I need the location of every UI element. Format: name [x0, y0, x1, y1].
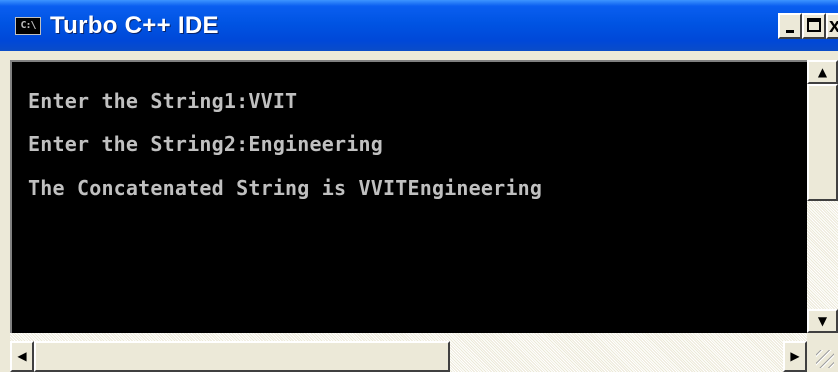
console-output[interactable]: Enter the String1:VVIT Enter the String2…	[10, 60, 807, 333]
title-bar[interactable]: C:\ Turbo C++ IDE	[0, 0, 838, 51]
maximize-button[interactable]	[802, 13, 826, 39]
resize-grip-icon[interactable]	[807, 333, 838, 372]
console-line: Enter the String2:Engineering	[28, 132, 383, 156]
console-app-icon[interactable]: C:\	[15, 17, 41, 35]
console-line: Enter the String1:VVIT	[28, 89, 298, 113]
scroll-left-arrow-icon[interactable]: ◀	[10, 341, 34, 372]
scroll-up-arrow-icon[interactable]: ▲	[807, 60, 838, 84]
close-icon: x	[829, 15, 838, 37]
horizontal-scrollbar[interactable]: ◀ ▶	[10, 333, 807, 372]
horizontal-scroll-thumb[interactable]	[34, 341, 450, 372]
console-line: The Concatenated String is VVITEngineeri…	[28, 176, 543, 200]
vertical-scrollbar[interactable]: ▲ ▼	[807, 60, 838, 333]
vertical-scroll-thumb[interactable]	[807, 84, 838, 201]
scroll-down-arrow-icon[interactable]: ▼	[807, 309, 838, 333]
close-button[interactable]: x	[826, 13, 838, 39]
window-title: Turbo C++ IDE	[50, 12, 219, 39]
scroll-right-arrow-icon[interactable]: ▶	[783, 341, 807, 372]
minimize-button[interactable]	[778, 13, 802, 39]
